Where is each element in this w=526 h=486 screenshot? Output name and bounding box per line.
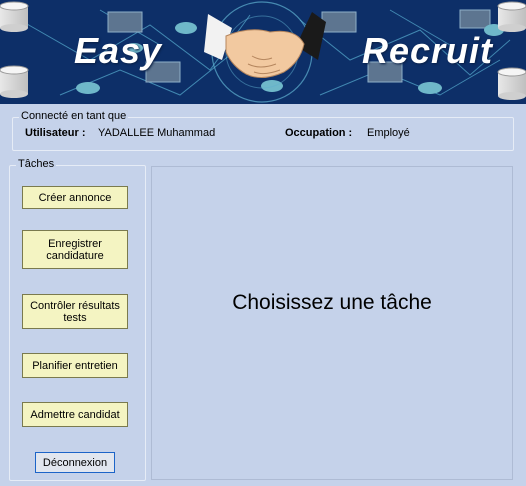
create-posting-button[interactable]: Créer annonce	[22, 186, 128, 209]
occupation-label: Occupation :	[285, 127, 353, 139]
user-label: Utilisateur :	[25, 127, 86, 139]
check-test-results-button[interactable]: Contrôler résultats tests	[22, 294, 128, 329]
occupation-value: Employé	[367, 127, 410, 139]
logout-button[interactable]: Déconnexion	[35, 452, 115, 473]
connection-group: Connecté en tant que	[12, 110, 514, 151]
connection-group-title: Connecté en tant que	[19, 110, 129, 122]
banner-word-recruit: Recruit	[362, 30, 494, 71]
user-value: YADALLEE Muhammad	[98, 127, 216, 139]
app-banner: Easy Recruit	[0, 0, 526, 104]
task-content-panel: Choisissez une tâche	[151, 166, 513, 480]
admit-candidate-button[interactable]: Admettre candidat	[22, 402, 128, 427]
register-application-button[interactable]: Enregistrer candidature	[22, 230, 128, 269]
banner-word-easy: Easy	[74, 30, 163, 71]
choose-task-placeholder: Choisissez une tâche	[232, 291, 432, 314]
schedule-interview-button[interactable]: Planifier entretien	[22, 353, 128, 378]
tasks-group-title: Tâches	[16, 158, 57, 170]
